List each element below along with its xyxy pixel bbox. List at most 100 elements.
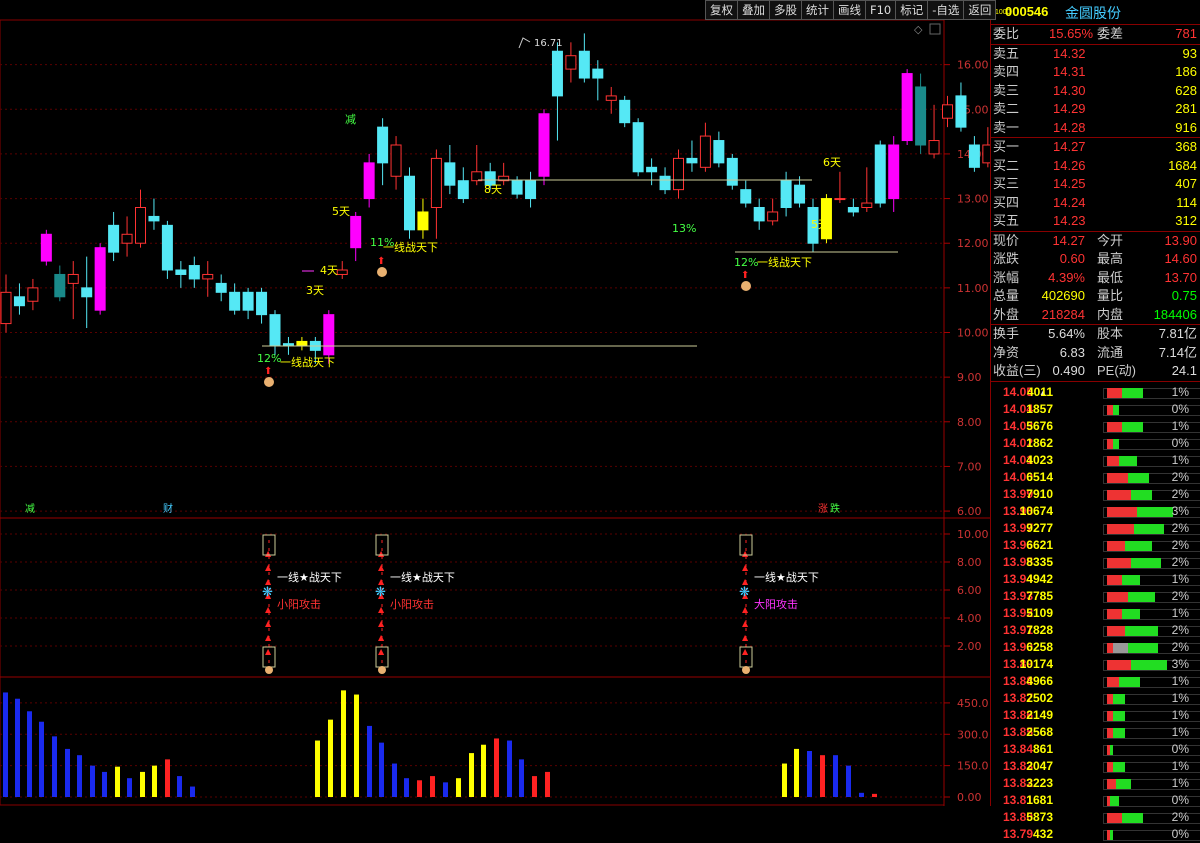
chart-annotation: 3天 (306, 284, 324, 297)
ask-price: 14.30 (1053, 82, 1086, 98)
ask-volume: 186 (1175, 64, 1197, 79)
distribution-row[interactable]: 13.96 6621 2% (991, 537, 1200, 554)
distribution-row[interactable]: 14.01 4023 1% (991, 452, 1200, 469)
fund-value: 6.83 (1059, 344, 1085, 360)
stock-code[interactable]: 000546 (1005, 4, 1048, 19)
money-bag-icon (741, 281, 751, 291)
distribution-row[interactable]: 13.84 861 0% (991, 741, 1200, 758)
distribution-row[interactable]: 14.03 5676 1% (991, 418, 1200, 435)
ask-label: 卖一 (993, 119, 1020, 135)
dist-volume: 5676 (1026, 418, 1053, 433)
distribution-row[interactable]: 13.95 8335 2% (991, 554, 1200, 571)
candle-body (982, 144, 990, 164)
kline-chart[interactable]: ◇16.0015.0014.0013.0012.0011.0010.009.00… (0, 0, 990, 806)
dist-percent: 1% (1171, 707, 1189, 722)
signal-arrow-icon: ▲ (265, 647, 272, 656)
chart-annotation: 6天 (823, 156, 841, 169)
kline-chart-area[interactable]: ◇16.0015.0014.0013.0012.0011.0010.009.00… (0, 0, 990, 806)
dist-percent: 1% (1171, 758, 1189, 773)
distribution-row[interactable]: 13.85 2568 1% (991, 724, 1200, 741)
chart-annotation: 一线战天下 (280, 355, 335, 369)
signal-arrow-icon: ▲ (742, 549, 749, 558)
distribution-row[interactable]: 14.04 1857 0% (991, 401, 1200, 418)
distribution-row[interactable]: 14.00 6514 2% (991, 469, 1200, 486)
distribution-row[interactable]: 13.89 10174 3% (991, 656, 1200, 673)
distribution-row[interactable]: 14.05 ▲ 4011 1% (991, 384, 1200, 401)
dist-percent: 1% (1171, 775, 1189, 790)
candle-body (847, 207, 859, 213)
up-arrow-icon: ⬆ (264, 366, 272, 377)
toolbar-button-4[interactable]: 画线 (833, 0, 866, 20)
toolbar-button-2[interactable]: 多股 (769, 0, 802, 20)
butterfly-icon: ❋ (739, 585, 750, 600)
distribution-row[interactable]: 13.91 7828 2% (991, 622, 1200, 639)
distribution-row[interactable]: 13.79 432 0% (991, 826, 1200, 843)
fund-value-2: 7.81亿 (1158, 326, 1197, 341)
distribution-row[interactable]: 13.97 9277 2% (991, 520, 1200, 537)
indicator-axis-label: 6.00 (957, 584, 982, 597)
distribution-row[interactable]: 13.88 4966 1% (991, 673, 1200, 690)
distribution-row[interactable]: 13.87 2502 1% (991, 690, 1200, 707)
dist-bar-green (1122, 387, 1143, 398)
dist-bar-green (1122, 812, 1143, 823)
volume-bar (820, 755, 825, 797)
toolbar-button-6[interactable]: 标记 (895, 0, 929, 20)
distribution-row[interactable]: 13.94 4942 1% (991, 571, 1200, 588)
quote-value-2: 184406 (1153, 306, 1197, 322)
volume-bar (532, 776, 537, 797)
quote-value-2: 14.60 (1164, 251, 1197, 266)
toolbar-button-5[interactable]: F10 (865, 0, 897, 20)
price-volume-distribution[interactable]: 14.05 ▲ 4011 1% 14.04 1857 0% 14.03 5676 1% 14.02 1… (991, 382, 1200, 843)
chart-annotation: 12% (257, 352, 281, 365)
dist-bar-green (1116, 778, 1131, 789)
dist-volume: 432 (1032, 826, 1053, 841)
toolbar-button-0[interactable]: 复权 (705, 0, 738, 20)
ask-row: 卖一 14.28 916 (991, 119, 1200, 138)
money-bag-icon (742, 666, 750, 674)
indicator-axis-label: 4.00 (957, 612, 982, 625)
candle-body (229, 291, 241, 311)
distribution-row[interactable]: 13.83 2047 1% (991, 758, 1200, 775)
distribution-row[interactable]: 13.99 7910 2% (991, 486, 1200, 503)
volume-bar (315, 740, 320, 797)
ask-volume: 916 (1175, 119, 1197, 135)
candle-body (161, 224, 173, 271)
distribution-row[interactable]: 14.02 1862 0% (991, 435, 1200, 452)
quote-label: 外盘 (993, 306, 1020, 322)
distribution-row[interactable]: 13.90 6258 2% (991, 639, 1200, 656)
toolbar-button-3[interactable]: 统计 (801, 0, 834, 20)
dist-bar-green (1113, 761, 1125, 772)
dist-bar-red (1107, 778, 1116, 789)
volume-bar (859, 792, 864, 797)
toolbar-button-8[interactable]: 返回 (963, 0, 997, 20)
signal-arrow-icon: ▲ (265, 549, 272, 558)
candle-body (780, 180, 792, 208)
distribution-row[interactable]: 13.93 7785 2% (991, 588, 1200, 605)
toolbar-button-1[interactable]: 叠加 (737, 0, 770, 20)
candle-body (417, 211, 429, 231)
candle-body (215, 282, 227, 293)
distribution-row[interactable]: 13.86 2149 1% (991, 707, 1200, 724)
toolbar-button-7[interactable]: -自选 (927, 0, 965, 20)
distribution-row[interactable]: 13.92 5109 1% (991, 605, 1200, 622)
ratio-label: 委比 (993, 26, 1020, 41)
bottom-marker: 涨 (818, 503, 828, 515)
candle-body (471, 171, 483, 182)
candle-body (350, 215, 362, 249)
dist-volume: 3223 (1026, 775, 1053, 790)
candle-body (148, 215, 160, 222)
quote-label: 总量 (993, 288, 1020, 303)
dist-percent: 1% (1171, 384, 1189, 399)
candle-body (565, 55, 577, 70)
distribution-row[interactable]: 13.82 3223 1% (991, 775, 1200, 792)
distribution-row[interactable]: 13.80 5873 2% (991, 809, 1200, 826)
bid-label: 买一 (993, 139, 1020, 154)
volume-bar (404, 778, 409, 797)
volume-bar (39, 721, 44, 797)
dist-bar-red (1107, 608, 1122, 619)
volume-bar (417, 780, 422, 797)
stock-name[interactable]: 金圆股份 (1065, 3, 1121, 23)
dist-volume: 2568 (1026, 724, 1053, 739)
distribution-row[interactable]: 13.98 10674 3% (991, 503, 1200, 520)
dist-bar-green (1134, 523, 1164, 534)
